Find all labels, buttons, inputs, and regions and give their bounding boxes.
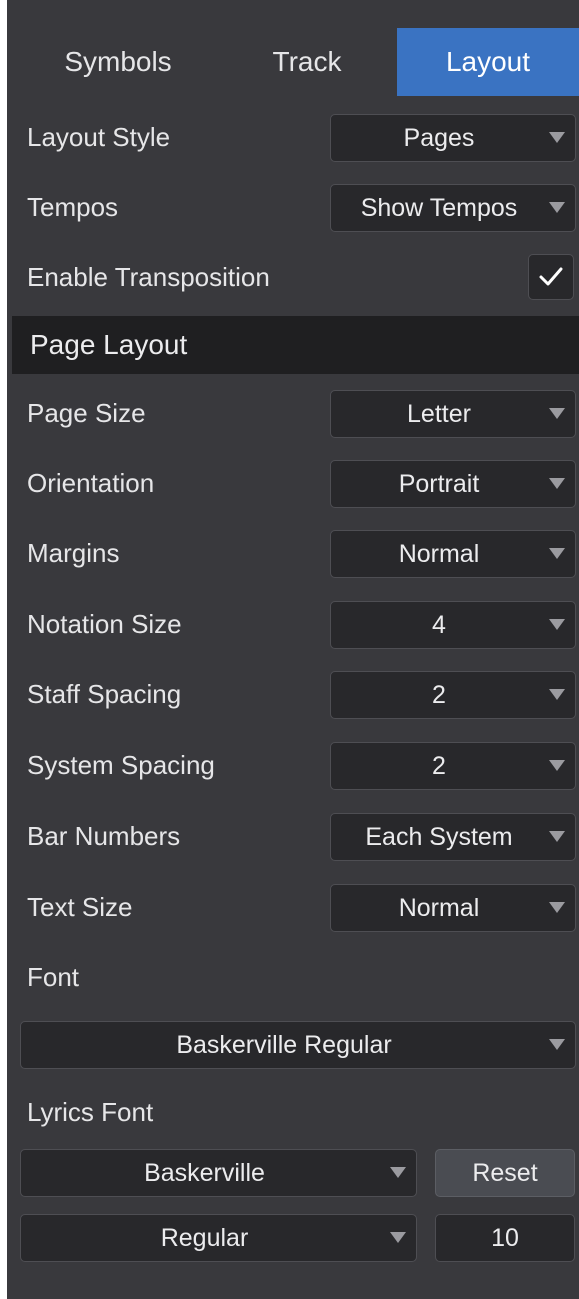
checkmark-icon <box>539 267 563 286</box>
caret-down-icon <box>549 548 565 559</box>
setting-row-orientation: Orientation Portrait <box>7 448 579 518</box>
lyrics-font-family-value: Baskerville <box>144 1159 265 1187</box>
tempos-value: Show Tempos <box>360 194 518 222</box>
page-size-dropdown[interactable]: Letter <box>330 390 576 438</box>
caret-down-icon <box>549 831 565 842</box>
enable-transposition-checkbox[interactable] <box>528 254 574 300</box>
notation-size-label: Notation Size <box>27 609 182 639</box>
text-size-value: Normal <box>398 894 480 922</box>
caret-down-icon <box>549 760 565 771</box>
tab-layout[interactable]: Layout <box>397 28 579 96</box>
caret-down-icon <box>549 408 565 419</box>
page-layout-title: Page Layout <box>30 329 188 360</box>
font-label: Font <box>27 962 80 992</box>
staff-spacing-label: Staff Spacing <box>27 679 182 709</box>
setting-row-staff-spacing: Staff Spacing 2 <box>7 659 579 729</box>
orientation-dropdown[interactable]: Portrait <box>330 460 576 508</box>
tab-track[interactable]: Track <box>217 28 397 96</box>
lyrics-font-family-dropdown[interactable]: Baskerville <box>20 1149 417 1197</box>
caret-down-icon <box>390 1232 406 1243</box>
notation-size-value: 4 <box>432 611 446 639</box>
page-size-value: Letter <box>407 400 471 428</box>
lyrics-font-reset-button[interactable]: Reset <box>435 1149 575 1197</box>
caret-down-icon <box>549 689 565 700</box>
lyrics-font-style-value: Regular <box>160 1224 249 1252</box>
font-value: Baskerville Regular <box>176 1031 392 1059</box>
setting-row-system-spacing: System Spacing 2 <box>7 730 579 800</box>
staff-spacing-value: 2 <box>432 681 446 709</box>
caret-down-icon <box>549 902 565 913</box>
setting-row-text-size: Text Size Normal <box>7 872 579 942</box>
tab-symbols[interactable]: Symbols <box>27 28 209 96</box>
caret-down-icon <box>549 1039 565 1050</box>
font-dropdown[interactable]: Baskerville Regular <box>20 1021 576 1069</box>
notation-size-dropdown[interactable]: 4 <box>330 601 576 649</box>
lyrics-font-size-field[interactable]: 10 <box>435 1214 575 1262</box>
tempos-dropdown[interactable]: Show Tempos <box>330 184 576 232</box>
system-spacing-value: 2 <box>432 752 446 780</box>
orientation-label: Orientation <box>27 468 155 498</box>
bar-numbers-dropdown[interactable]: Each System <box>330 813 576 861</box>
enable-transposition-label: Enable Transposition <box>27 262 270 292</box>
page-size-label: Page Size <box>27 398 146 428</box>
text-size-dropdown[interactable]: Normal <box>330 884 576 932</box>
tempos-label: Tempos <box>27 192 119 222</box>
orientation-value: Portrait <box>398 470 480 498</box>
system-spacing-dropdown[interactable]: 2 <box>330 742 576 790</box>
layout-style-value: Pages <box>403 124 475 152</box>
margins-value: Normal <box>398 540 480 568</box>
caret-down-icon <box>549 202 565 213</box>
staff-spacing-dropdown[interactable]: 2 <box>330 671 576 719</box>
caret-down-icon <box>549 619 565 630</box>
setting-row-page-size: Page Size Letter <box>7 378 579 448</box>
text-size-label: Text Size <box>27 892 133 922</box>
system-spacing-label: System Spacing <box>27 750 215 780</box>
setting-row-bar-numbers: Bar Numbers Each System <box>7 801 579 871</box>
bar-numbers-label: Bar Numbers <box>27 821 181 851</box>
layout-style-label: Layout Style <box>27 122 171 152</box>
layout-inspector-panel: Symbols Track Layout Layout Style Pages … <box>7 0 579 1299</box>
setting-row-lyrics-font: Lyrics Font <box>7 1077 579 1147</box>
setting-row-notation-size: Notation Size 4 <box>7 589 579 659</box>
caret-down-icon <box>549 132 565 143</box>
margins-dropdown[interactable]: Normal <box>330 530 576 578</box>
page-layout-section-header: Page Layout <box>12 316 579 374</box>
bar-numbers-value: Each System <box>365 823 513 851</box>
lyrics-font-style-dropdown[interactable]: Regular <box>20 1214 417 1262</box>
caret-down-icon <box>390 1167 406 1178</box>
setting-row-tempos: Tempos Show Tempos <box>7 172 579 242</box>
layout-style-dropdown[interactable]: Pages <box>330 114 576 162</box>
margins-label: Margins <box>27 538 120 568</box>
setting-row-enable-transposition: Enable Transposition <box>7 242 579 312</box>
lyrics-font-label: Lyrics Font <box>27 1097 154 1127</box>
setting-row-margins: Margins Normal <box>7 518 579 588</box>
setting-row-font: Font <box>7 942 579 1012</box>
tab-bar: Symbols Track Layout <box>7 28 579 96</box>
caret-down-icon <box>549 478 565 489</box>
setting-row-layout-style: Layout Style Pages <box>7 102 579 172</box>
